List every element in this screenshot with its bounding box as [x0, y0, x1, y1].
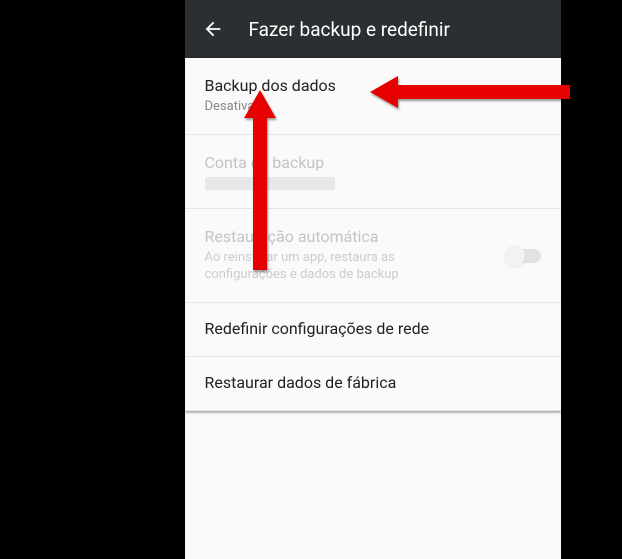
- item-subtitle: Ao reinstalar um app, restaura as config…: [205, 250, 465, 284]
- app-header: Fazer backup e redefinir: [185, 0, 561, 58]
- item-title: Restauração automática: [205, 227, 465, 248]
- factory-reset-item[interactable]: Restaurar dados de fábrica: [185, 357, 561, 411]
- item-subtitle: Desativado: [205, 99, 336, 116]
- page-title: Fazer backup e redefinir: [249, 18, 450, 41]
- item-content: Conta de backup: [205, 153, 335, 191]
- auto-restore-item: Restauração automática Ao reinstalar um …: [185, 209, 561, 303]
- auto-restore-toggle: [507, 249, 541, 263]
- network-reset-item[interactable]: Redefinir configurações de rede: [185, 303, 561, 357]
- item-title: Restaurar dados de fábrica: [205, 373, 397, 394]
- backup-account-item: Conta de backup: [185, 135, 561, 210]
- item-content: Backup dos dados Desativado: [205, 76, 336, 116]
- settings-list: Backup dos dados Desativado Conta de bac…: [185, 58, 561, 411]
- back-button[interactable]: [201, 17, 225, 41]
- item-title: Conta de backup: [205, 153, 335, 174]
- arrow-back-icon: [202, 18, 224, 40]
- redacted-account: [205, 177, 335, 190]
- item-title: Backup dos dados: [205, 76, 336, 97]
- item-title: Redefinir configurações de rede: [205, 319, 430, 340]
- item-content: Redefinir configurações de rede: [205, 319, 430, 340]
- backup-data-item[interactable]: Backup dos dados Desativado: [185, 58, 561, 135]
- settings-screen: Fazer backup e redefinir Backup dos dado…: [185, 0, 561, 559]
- item-content: Restauração automática Ao reinstalar um …: [205, 227, 465, 284]
- item-content: Restaurar dados de fábrica: [205, 373, 397, 394]
